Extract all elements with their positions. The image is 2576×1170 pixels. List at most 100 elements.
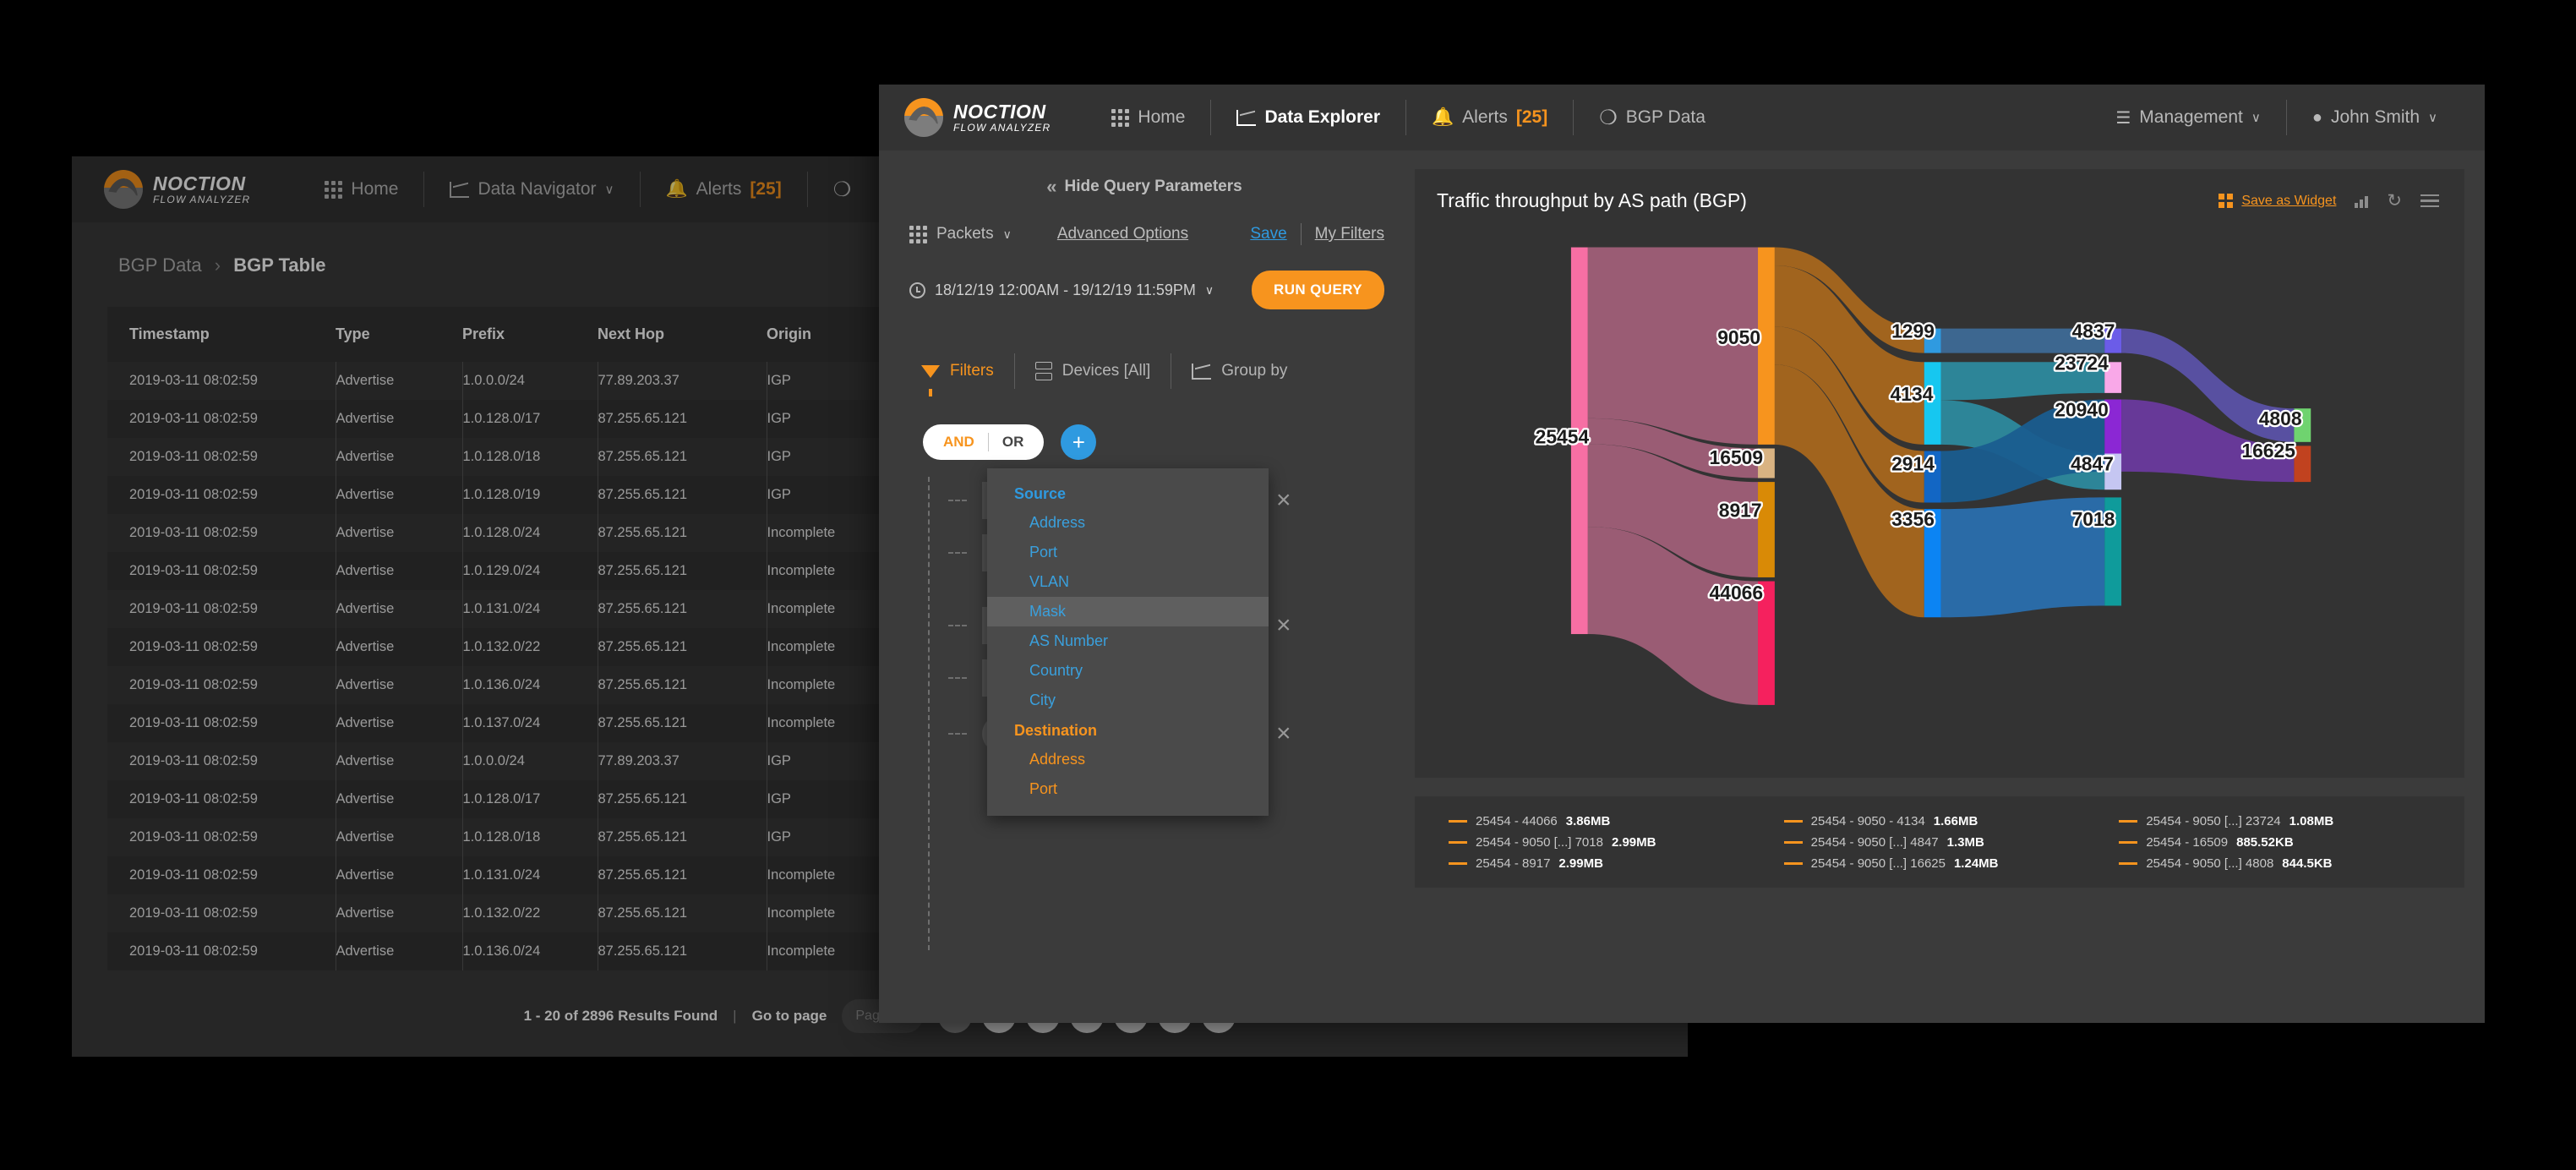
and-or-toggle[interactable]: AND OR [923,424,1045,460]
sankey-node-8917[interactable] [1758,482,1775,577]
nav-bgp-data[interactable]: ❍ BGP Data [1574,85,1731,150]
legend-value: 1.08MB [2289,813,2334,828]
sankey-node-label: 20940 [2055,398,2109,420]
save-link[interactable]: Save [1250,225,1286,243]
table-cell: 87.255.65.121 [598,704,767,742]
table-cell: Advertise [336,628,463,666]
my-filters-link[interactable]: My Filters [1315,225,1384,243]
nav-data-explorer[interactable]: Data Explorer [1211,85,1405,150]
tree-branch [948,500,967,501]
chevron-down-icon: ∨ [1204,282,1214,297]
legend-item[interactable]: 25454 - 9050 [...] 7018 2.99MB [1449,835,1772,850]
legend-swatch [2119,840,2138,844]
nav-home-label: Home [351,179,399,199]
nav-alerts[interactable]: 🔔 Alerts [25] [641,156,807,222]
table-cell: 87.255.65.121 [598,476,767,514]
hide-query-parameters-button[interactable]: « Hide Query Parameters [879,150,1410,198]
nav-bgp-data[interactable]: ❍ [808,156,877,222]
sankey-node-label: 25454 [1536,425,1590,447]
nav-data-navigator[interactable]: Data Navigator ∨ [424,156,639,222]
table-cell: Advertise [336,400,463,438]
dropdown-item-source-country[interactable]: Country [987,656,1269,686]
legend-swatch [1783,819,1803,823]
legend-swatch [1449,840,1467,844]
sankey-node-16625[interactable] [2294,446,2311,483]
tree-branch [948,625,967,626]
metric-selector[interactable]: Packets ∨ [909,225,1012,243]
sankey-node-label: 4847 [2071,452,2114,474]
legend-path: 25454 - 9050 [...] 7018 [1476,834,1603,850]
table-col-2: Prefix [462,307,598,362]
table-cell: 2019-03-11 08:02:59 [107,932,336,970]
menu-icon[interactable] [2420,194,2439,208]
refresh-icon[interactable]: ↻ [2387,190,2402,211]
widget-grid-icon [2219,194,2234,208]
query-parameters-panel: « Hide Query Parameters Packets ∨ Advanc… [879,150,1410,1023]
or-option[interactable]: OR [989,434,1038,451]
legend-item[interactable]: 25454 - 16509 885.52KB [2119,835,2442,850]
run-query-button[interactable]: RUN QUERY [1252,271,1384,309]
table-cell: Advertise [336,476,463,514]
chart-title: Traffic throughput by AS path (BGP) [1437,189,1747,211]
table-cell: 2019-03-11 08:02:59 [107,400,336,438]
table-cell: 2019-03-11 08:02:59 [107,552,336,590]
chart-actions: Save as Widget ↻ [2219,190,2439,211]
legend-item[interactable]: 25454 - 9050 [...] 4847 1.3MB [1783,835,2108,850]
table-cell: 1.0.132.0/22 [462,894,598,932]
field-options-dropdown[interactable]: Source Address Port VLAN Mask AS Number Countr… [987,468,1269,816]
nav-user-menu[interactable]: ● John Smith ∨ [2287,85,2463,150]
nav-management[interactable]: ☰ Management ∨ [2090,85,2286,150]
legend-value: 2.99MB [1611,834,1656,850]
table-cell: 87.255.65.121 [598,856,767,894]
save-as-widget-button[interactable]: Save as Widget [2219,194,2336,209]
table-cell: 77.89.203.37 [598,742,767,780]
tree-branch [948,552,967,554]
table-cell: 87.255.65.121 [598,400,767,438]
legend-value: 844.5KB [2282,856,2333,871]
add-filter-button[interactable]: + [1061,424,1097,460]
table-cell: Advertise [336,704,463,742]
remove-filter-button[interactable]: × [1276,613,1291,638]
legend-item[interactable]: 25454 - 44066 3.86MB [1449,814,1772,828]
legend-item[interactable]: 25454 - 9050 [...] 4808 844.5KB [2119,856,2442,871]
dropdown-item-source-port[interactable]: Port [987,538,1269,567]
dropdown-item-source-vlan[interactable]: VLAN [987,567,1269,597]
tab-group-by[interactable]: Group by [1192,362,1287,380]
bar-chart-icon[interactable] [2355,194,2369,208]
bgp-icon: ❍ [832,178,852,201]
dropdown-item-destination-address[interactable]: Address [987,745,1269,774]
advanced-options-link[interactable]: Advanced Options [1057,225,1188,243]
dropdown-item-source-mask[interactable]: Mask [987,597,1269,626]
and-option[interactable]: AND [930,434,988,451]
remove-filter-button[interactable]: × [1276,721,1291,746]
tab-devices[interactable]: Devices [All] [1034,362,1150,380]
data-explorer-window[interactable]: NOCTION FLOW ANALYZER Home Data Explorer… [879,85,2485,1023]
breadcrumb-parent[interactable]: BGP Data [118,254,202,276]
dropdown-item-source-as-number[interactable]: AS Number [987,626,1269,656]
nav-home-label: Home [1138,107,1186,127]
table-cell: Advertise [336,856,463,894]
sankey-node-label: 7018 [2072,508,2115,530]
legend-item[interactable]: 25454 - 9050 [...] 16625 1.24MB [1783,856,2108,871]
table-cell: 2019-03-11 08:02:59 [107,590,336,628]
nav-alerts[interactable]: 🔔 Alerts [25] [1406,85,1573,150]
legend-item[interactable]: 25454 - 9050 - 4134 1.66MB [1783,814,2108,828]
table-cell: 1.0.136.0/24 [462,666,598,704]
date-range-picker[interactable]: 18/12/19 12:00AM - 19/12/19 11:59PM ∨ [909,282,1214,299]
dropdown-item-source-address[interactable]: Address [987,508,1269,538]
groupby-icon [1192,363,1212,380]
tree-branch [948,677,967,679]
table-cell: 1.0.128.0/19 [462,476,598,514]
legend-item[interactable]: 25454 - 8917 2.99MB [1449,856,1772,871]
dropdown-item-destination-port[interactable]: Port [987,774,1269,804]
breadcrumb-current: BGP Table [233,254,326,276]
nav-home[interactable]: Home [1086,85,1210,150]
legend-item[interactable]: 25454 - 9050 [...] 23724 1.08MB [2119,814,2442,828]
nav-home[interactable]: Home [299,156,423,222]
tab-filters[interactable]: Filters [921,362,994,396]
funnel-icon [921,364,940,396]
dropdown-item-source-city[interactable]: City [987,686,1269,715]
remove-filter-button[interactable]: × [1276,488,1291,513]
sankey-node-label: 4808 [2259,407,2302,429]
sankey-node-label: 4134 [1891,383,1934,405]
